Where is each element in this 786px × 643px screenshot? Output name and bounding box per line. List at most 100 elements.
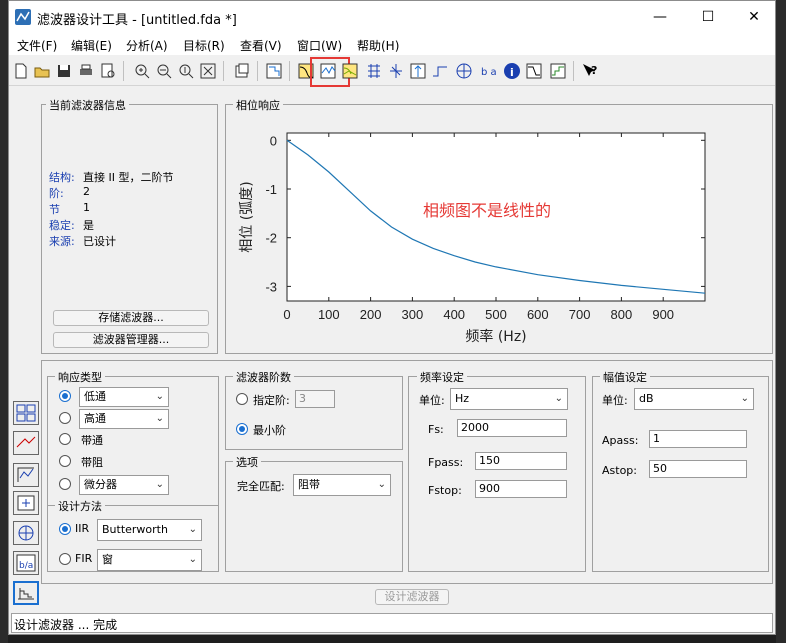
- phase-response-chart: 0 100 200 300 400 500 600 700 800 900 0 -1 -2 -3 频率 (H…: [239, 132, 706, 345]
- highpass-combo[interactable]: 高通 ⌄: [79, 409, 169, 429]
- filter-info-icon[interactable]: i: [503, 62, 521, 80]
- fpass-input[interactable]: 150: [475, 452, 567, 470]
- zoom-y-icon[interactable]: [177, 62, 195, 80]
- new-figure-icon[interactable]: [233, 62, 251, 80]
- info-label-structure: 结构:: [49, 171, 75, 184]
- bandstop-radio[interactable]: [59, 455, 71, 467]
- fs-input[interactable]: 2000: [457, 419, 567, 437]
- svg-text:b/a: b/a: [19, 561, 33, 571]
- options-title: 选项: [233, 454, 261, 470]
- highpass-radio[interactable]: [59, 412, 71, 424]
- lowpass-label: 低通: [84, 390, 106, 403]
- info-label-sections: 节: [49, 203, 60, 216]
- fstop-input[interactable]: 900: [475, 480, 567, 498]
- bandpass-label: 带通: [81, 434, 103, 447]
- window-title: 滤波器设计工具 - [untitled.fda *]: [37, 13, 237, 28]
- menu-help[interactable]: 帮助(H): [357, 37, 399, 54]
- iir-method-value: Butterworth: [102, 523, 168, 536]
- print-preview-icon[interactable]: [99, 62, 117, 80]
- freq-units-label: 单位:: [419, 394, 445, 407]
- apass-label: Apass:: [602, 434, 639, 447]
- info-label-source: 来源:: [49, 235, 75, 248]
- zoom-x-icon[interactable]: [155, 62, 173, 80]
- impulse-response-icon[interactable]: [409, 62, 427, 80]
- menu-edit[interactable]: 编辑(E): [71, 37, 112, 54]
- bandpass-radio[interactable]: [59, 433, 71, 445]
- differentiator-combo[interactable]: 微分器 ⌄: [79, 475, 169, 495]
- design-filter-button[interactable]: 设计滤波器: [375, 589, 449, 605]
- mag-units-combo[interactable]: dB ⌄: [634, 388, 754, 410]
- import-filter-side-icon[interactable]: [13, 491, 39, 515]
- iir-label: IIR: [75, 522, 90, 535]
- realize-model-side-icon[interactable]: [13, 463, 39, 487]
- highpass-label: 高通: [84, 412, 106, 425]
- full-view-icon[interactable]: [199, 62, 217, 80]
- fir-radio[interactable]: [59, 553, 71, 565]
- specify-order-input[interactable]: 3: [295, 390, 335, 408]
- design-method-title: 设计方法: [55, 498, 105, 514]
- info-value-source: 已设计: [83, 235, 116, 248]
- match-exactly-combo[interactable]: 阻带 ⌄: [293, 474, 391, 496]
- specify-order-radio[interactable]: [236, 393, 248, 405]
- menu-targets[interactable]: 目标(R): [183, 37, 225, 54]
- magnitude-estimate-icon[interactable]: [525, 62, 543, 80]
- filter-designer-window: 滤波器设计工具 - [untitled.fda *] — ☐ ✕ 文件(F) 编…: [8, 0, 776, 635]
- print-icon[interactable]: [77, 62, 95, 80]
- toolbar-separator: [289, 61, 290, 81]
- close-button[interactable]: ✕: [739, 7, 769, 27]
- filter-manager-button[interactable]: 滤波器管理器...: [53, 332, 209, 348]
- lowpass-combo[interactable]: 低通 ⌄: [79, 387, 169, 407]
- menu-window[interactable]: 窗口(W): [297, 37, 342, 54]
- x-tick-label: 400: [443, 307, 465, 322]
- open-folder-icon[interactable]: [33, 62, 51, 80]
- noise-loading-icon[interactable]: [549, 62, 567, 80]
- filter-order-title: 滤波器阶数: [233, 369, 294, 385]
- info-label-order: 阶:: [49, 187, 64, 200]
- menu-view[interactable]: 查看(V): [240, 37, 282, 54]
- transform-filter-side-icon[interactable]: [13, 431, 39, 455]
- y-tick-label: -1: [265, 182, 277, 197]
- save-icon[interactable]: [55, 62, 73, 80]
- step-response-icon[interactable]: [431, 62, 449, 80]
- iir-method-combo[interactable]: Butterworth ⌄: [97, 519, 202, 541]
- maximize-button[interactable]: ☐: [693, 7, 723, 27]
- x-tick-label: 900: [652, 307, 674, 322]
- magnitude-phase-icon[interactable]: [341, 62, 359, 80]
- minimum-order-radio[interactable]: [236, 423, 248, 435]
- y-axis-label: 相位 (弧度): [239, 181, 255, 252]
- background-desktop-right: [776, 0, 786, 643]
- differentiator-radio[interactable]: [59, 478, 71, 490]
- phase-delay-icon[interactable]: [387, 62, 405, 80]
- y-tick-label: -3: [265, 279, 277, 294]
- whats-this-help-icon[interactable]: ?: [581, 62, 599, 80]
- iir-radio[interactable]: [59, 523, 71, 535]
- astop-input[interactable]: 50: [649, 460, 747, 478]
- freq-units-combo[interactable]: Hz ⌄: [450, 388, 568, 410]
- match-exactly-label: 完全匹配:: [237, 480, 285, 493]
- current-filter-info-title: 当前滤波器信息: [46, 97, 129, 113]
- x-tick-label: 300: [402, 307, 424, 322]
- filter-specs-icon[interactable]: [265, 62, 283, 80]
- lowpass-radio[interactable]: [59, 390, 71, 402]
- apass-input[interactable]: 1: [649, 430, 747, 448]
- multirate-side-icon[interactable]: b/a: [13, 551, 39, 575]
- coefficients-icon[interactable]: b a: [479, 62, 497, 80]
- fs-label: Fs:: [428, 423, 444, 436]
- pole-zero-editor-side-icon[interactable]: [13, 521, 39, 545]
- zoom-in-icon[interactable]: [133, 62, 151, 80]
- pole-zero-icon[interactable]: [455, 62, 473, 80]
- group-delay-icon[interactable]: [365, 62, 383, 80]
- menu-analysis[interactable]: 分析(A): [126, 37, 168, 54]
- freq-units-value: Hz: [455, 392, 470, 405]
- toolbar-separator: [573, 61, 574, 81]
- store-filter-button[interactable]: 存储滤波器...: [53, 310, 209, 326]
- chevron-down-icon: ⌄: [188, 524, 197, 535]
- new-file-icon[interactable]: [12, 62, 30, 80]
- quantize-side-icon[interactable]: [13, 581, 39, 605]
- design-filter-side-icon[interactable]: [13, 401, 39, 425]
- menu-file[interactable]: 文件(F): [17, 37, 57, 54]
- fir-method-combo[interactable]: 窗 ⌄: [97, 549, 202, 571]
- minimize-button[interactable]: —: [645, 7, 675, 27]
- x-tick-label: 100: [318, 307, 340, 322]
- toolbar-separator: [223, 61, 224, 81]
